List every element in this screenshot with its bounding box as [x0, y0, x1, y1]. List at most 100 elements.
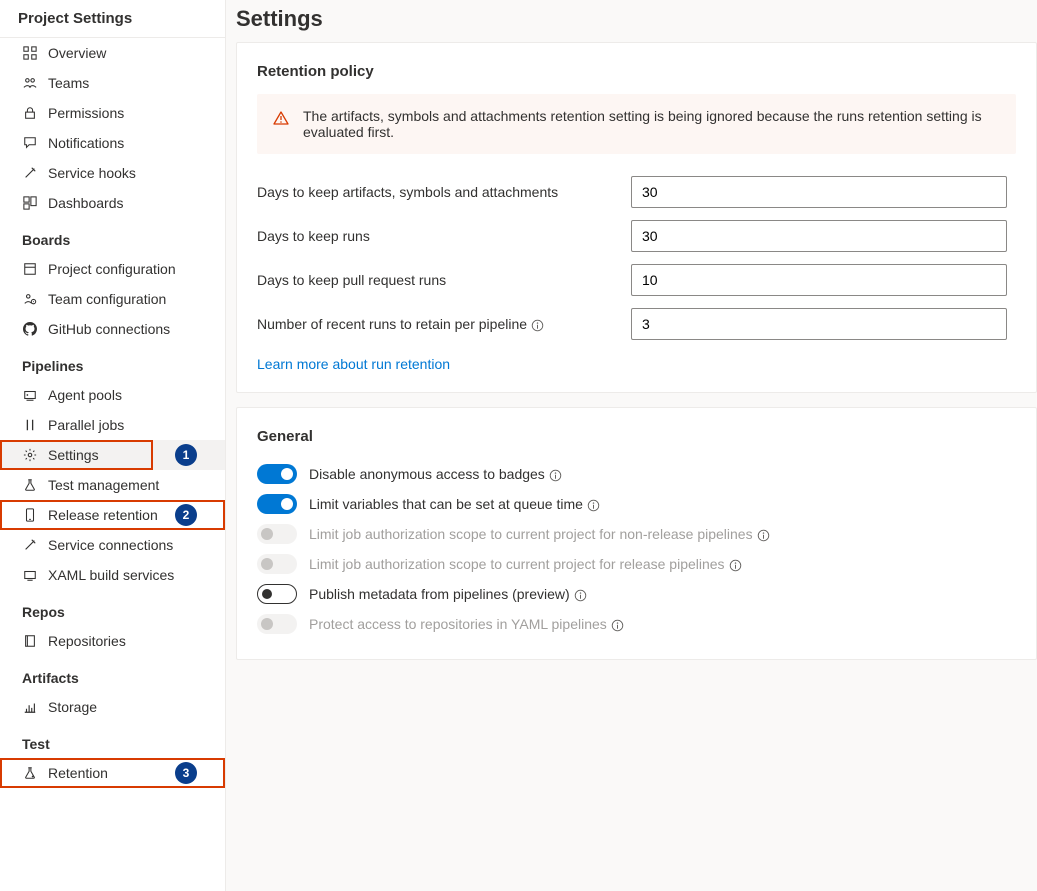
general-row-disable-anonymous-access-to-badges: Disable anonymous access to badges [257, 459, 1016, 489]
retention-row-number-of-recent-runs-to-retain-per-pipeline: Number of recent runs to retain per pipe… [257, 308, 1016, 340]
sidebar-item-label: Overview [48, 45, 106, 61]
sidebar-item-storage[interactable]: Storage [0, 692, 225, 722]
info-icon[interactable] [549, 469, 562, 482]
general-row-publish-metadata-from-pipelines-preview: Publish metadata from pipelines (preview… [257, 579, 1016, 609]
sidebar-item-team-configuration[interactable]: Team configuration [0, 284, 225, 314]
info-icon[interactable] [587, 499, 600, 512]
sidebar-item-overview[interactable]: Overview [0, 38, 225, 68]
sidebar-item-label: GitHub connections [48, 321, 170, 337]
sidebar-section-test: Test [0, 722, 225, 758]
general-card: General Disable anonymous access to badg… [236, 407, 1037, 660]
page-title: Settings [236, 6, 1037, 42]
general-heading: General [257, 428, 1016, 445]
sidebar-item-label: Teams [48, 75, 89, 91]
callout-badge: 1 [175, 444, 197, 466]
retention-input-days-to-keep-artifacts-symbols-and-attachments[interactable] [631, 176, 1007, 208]
sidebar-item-dashboards[interactable]: Dashboards [0, 188, 225, 218]
toggle-protect-access-to-repositories-in-yaml-pipelines [257, 614, 297, 634]
info-icon[interactable] [574, 589, 587, 602]
sidebar-item-label: Project configuration [48, 261, 176, 277]
info-icon[interactable] [531, 319, 544, 332]
sidebar-item-github-connections[interactable]: GitHub connections [0, 314, 225, 344]
learn-more-link[interactable]: Learn more about run retention [257, 356, 450, 372]
sidebar-item-label: Service connections [48, 537, 173, 553]
sidebar-item-release-retention[interactable]: Release retention 2 [0, 500, 225, 530]
sidebar-item-repositories[interactable]: Repositories [0, 626, 225, 656]
sidebar-item-teams[interactable]: Teams [0, 68, 225, 98]
retention-row-days-to-keep-artifacts-symbols-and-attachments: Days to keep artifacts, symbols and atta… [257, 176, 1016, 208]
sidebar-item-label: Service hooks [48, 165, 136, 181]
repo-icon [22, 634, 38, 648]
sidebar-item-service-connections[interactable]: Service connections [0, 530, 225, 560]
retention-heading: Retention policy [257, 63, 1016, 80]
sidebar-item-label: Notifications [48, 135, 124, 151]
toggle-limit-job-authorization-scope-to-current-project-for-non-release-pipelines [257, 524, 297, 544]
sidebar-item-label: Storage [48, 699, 97, 715]
retention-warning-text: The artifacts, symbols and attachments r… [303, 108, 1000, 140]
teams-icon [22, 76, 38, 90]
general-row-protect-access-to-repositories-in-yaml-pipelines: Protect access to repositories in YAML p… [257, 609, 1016, 639]
sidebar-item-retention[interactable]: Retention3 [0, 758, 225, 788]
toggle-knob [261, 618, 273, 630]
sidebar-item-settings[interactable]: Settings 1 [0, 440, 225, 470]
sidebar-section-artifacts: Artifacts [0, 656, 225, 692]
sidebar-item-label: Retention [48, 765, 108, 781]
toggle-knob [261, 558, 273, 570]
retention-label: Number of recent runs to retain per pipe… [257, 316, 631, 332]
sidebar-item-agent-pools[interactable]: Agent pools [0, 380, 225, 410]
sidebar-item-xaml-build-services[interactable]: XAML build services [0, 560, 225, 590]
sidebar: Project Settings OverviewTeamsPermission… [0, 0, 226, 891]
phone-icon [22, 508, 38, 522]
retention-row-days-to-keep-runs: Days to keep runs [257, 220, 1016, 252]
main-content: Settings Retention policy The artifacts,… [226, 0, 1037, 891]
retention-label: Days to keep pull request runs [257, 272, 631, 288]
retention-input-days-to-keep-runs[interactable] [631, 220, 1007, 252]
sidebar-item-label: XAML build services [48, 567, 174, 583]
toggle-knob [262, 589, 272, 599]
toggle-limit-variables-that-can-be-set-at-queue-time[interactable] [257, 494, 297, 514]
retention-label: Days to keep runs [257, 228, 631, 244]
retention-label: Days to keep artifacts, symbols and atta… [257, 184, 631, 200]
sidebar-item-label: Agent pools [48, 387, 122, 403]
retention-card: Retention policy The artifacts, symbols … [236, 42, 1037, 393]
sidebar-item-label: Repositories [48, 633, 126, 649]
dash-icon [22, 196, 38, 210]
info-icon[interactable] [729, 559, 742, 572]
retention-input-days-to-keep-pull-request-runs[interactable] [631, 264, 1007, 296]
sidebar-item-service-hooks[interactable]: Service hooks [0, 158, 225, 188]
toggle-label: Limit job authorization scope to current… [309, 556, 742, 572]
gear-icon [22, 448, 38, 462]
comment-icon [22, 136, 38, 150]
sidebar-section-boards: Boards [0, 218, 225, 254]
chart-icon [22, 700, 38, 714]
retention-warning: The artifacts, symbols and attachments r… [257, 94, 1016, 154]
sidebar-item-permissions[interactable]: Permissions [0, 98, 225, 128]
sidebar-item-parallel-jobs[interactable]: Parallel jobs [0, 410, 225, 440]
sidebar-item-label: Release retention [48, 507, 158, 523]
toggle-label: Limit variables that can be set at queue… [309, 496, 600, 512]
parallel-icon [22, 418, 38, 432]
toggle-publish-metadata-from-pipelines-preview[interactable] [257, 584, 297, 604]
xaml-icon [22, 568, 38, 582]
general-row-limit-variables-that-can-be-set-at-queue-time: Limit variables that can be set at queue… [257, 489, 1016, 519]
warning-icon [273, 108, 289, 140]
hook-icon [22, 166, 38, 180]
toggle-label: Disable anonymous access to badges [309, 466, 562, 482]
toggle-label: Protect access to repositories in YAML p… [309, 616, 624, 632]
info-icon[interactable] [757, 529, 770, 542]
toggle-knob [281, 498, 293, 510]
toggle-disable-anonymous-access-to-badges[interactable] [257, 464, 297, 484]
info-icon[interactable] [611, 619, 624, 632]
sidebar-item-label: Permissions [48, 105, 124, 121]
retention-row-days-to-keep-pull-request-runs: Days to keep pull request runs [257, 264, 1016, 296]
sidebar-item-label: Dashboards [48, 195, 124, 211]
teamcfg-icon [22, 292, 38, 306]
sidebar-item-label: Settings [48, 447, 99, 463]
sidebar-item-test-management[interactable]: Test management [0, 470, 225, 500]
retention-input-number-of-recent-runs-to-retain-per-pipeline[interactable] [631, 308, 1007, 340]
sidebar-item-project-configuration[interactable]: Project configuration [0, 254, 225, 284]
sidebar-item-notifications[interactable]: Notifications [0, 128, 225, 158]
agent-icon [22, 388, 38, 402]
hook-icon [22, 538, 38, 552]
callout-badge: 2 [175, 504, 197, 526]
